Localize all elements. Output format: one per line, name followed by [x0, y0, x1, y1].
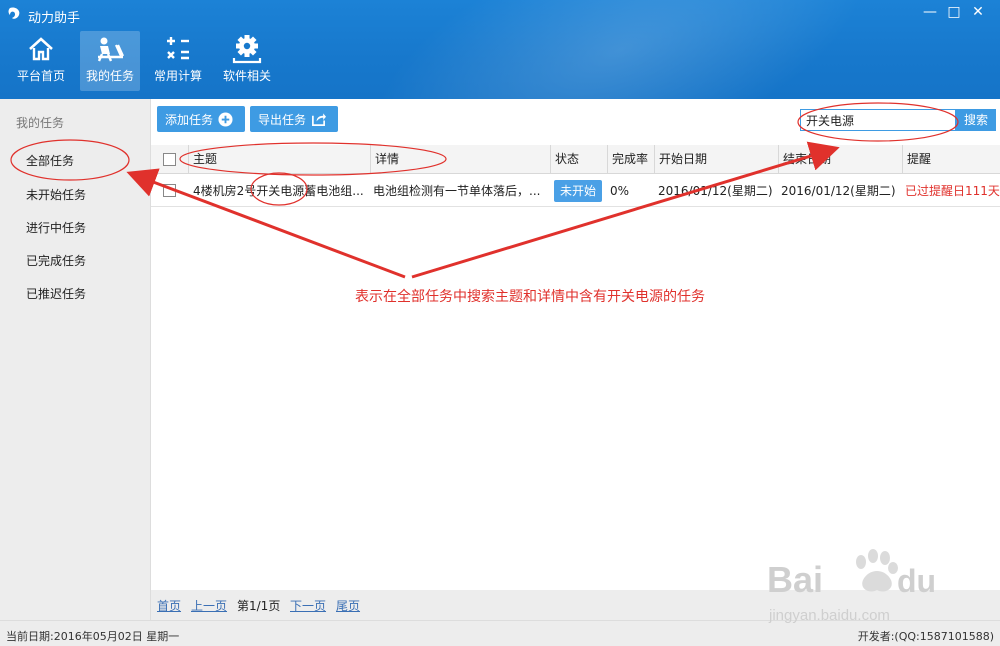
pager-current: 第1/1页: [237, 599, 281, 613]
row-remind: 已过提醒日111天: [905, 184, 1000, 198]
add-task-label: 添加任务: [165, 112, 214, 127]
watermark-brand: Bai: [767, 559, 823, 600]
column-header-remind[interactable]: 提醒: [902, 145, 1000, 173]
calculator-icon: [167, 37, 189, 60]
column-header-rate[interactable]: 完成率: [607, 145, 654, 173]
developer-info: 开发者:(QQ:1587101588): [857, 630, 994, 643]
column-header-detail[interactable]: 详情: [370, 145, 550, 173]
add-task-button[interactable]: 添加任务: [157, 106, 245, 132]
select-all-checkbox[interactable]: [163, 153, 176, 166]
row-divider: [151, 206, 1000, 207]
nav-software-label: 软件相关: [222, 69, 271, 83]
nav-calculator-label: 常用计算: [153, 69, 202, 83]
column-header-subject[interactable]: 主题: [188, 145, 370, 173]
nav-calculator[interactable]: 常用计算: [148, 31, 208, 91]
row-checkbox[interactable]: [163, 184, 176, 197]
current-date: 当前日期:2016年05月02日 星期一: [6, 630, 180, 643]
row-end-date: 2016/01/12(星期二): [781, 184, 896, 198]
desk-user-icon: [97, 37, 125, 62]
pager-first[interactable]: 首页: [157, 597, 181, 614]
annotation-text: 表示在全部任务中搜索主题和详情中含有开关电源的任务: [355, 289, 705, 305]
watermark-url: jingyan.baidu.com: [768, 607, 890, 624]
minimize-button[interactable]: —: [920, 4, 940, 20]
home-icon: [29, 37, 53, 61]
app-title: 动力助手: [28, 11, 81, 26]
nav-my-tasks-label: 我的任务: [85, 69, 134, 83]
search-input[interactable]: [800, 109, 956, 131]
sidebar-item-completed[interactable]: 已完成任务: [26, 252, 86, 269]
sidebar-item-all-tasks[interactable]: 全部任务: [26, 152, 74, 169]
svg-text:du: du: [897, 563, 936, 599]
title-bar: 动力助手 — □ ✕ 平台首页 我的任务 常用计算 软件相关: [0, 0, 1000, 99]
sidebar-item-postponed[interactable]: 已推迟任务: [26, 285, 86, 302]
sidebar-item-in-progress[interactable]: 进行中任务: [26, 219, 86, 236]
pager-next[interactable]: 下一页: [290, 597, 326, 614]
row-subject: 4楼机房2号开关电源蓄电池组...: [193, 184, 364, 198]
app-logo-icon: [8, 7, 20, 19]
pager-prev[interactable]: 上一页: [191, 597, 227, 614]
baidu-watermark-logo: Bai du jingyan.baidu.com: [767, 549, 936, 624]
row-detail: 电池组检测有一节单体落后，...: [373, 184, 541, 198]
maximize-button[interactable]: □: [944, 4, 964, 20]
sidebar-title: 我的任务: [16, 116, 65, 130]
nav-software[interactable]: 软件相关: [216, 31, 278, 91]
column-header-start[interactable]: 开始日期: [654, 145, 778, 173]
close-button[interactable]: ✕: [968, 4, 988, 20]
row-start-date: 2016/01/12(星期二): [658, 184, 773, 198]
nav-home-label: 平台首页: [16, 69, 65, 83]
sidebar-item-not-started[interactable]: 未开始任务: [26, 186, 86, 203]
export-task-label: 导出任务: [258, 112, 307, 127]
column-header-status[interactable]: 状态: [550, 145, 607, 173]
row-rate: 0%: [610, 184, 630, 198]
table-header: 主题 详情 状态 完成率 开始日期 结束日期 提醒: [151, 145, 1000, 174]
titlebar-shine: [338, 0, 902, 99]
task-table: 主题 详情 状态 完成率 开始日期 结束日期 提醒 4楼机房2号开关电源蓄电池组…: [151, 145, 1000, 590]
search-button[interactable]: 搜索: [956, 109, 996, 131]
pager-last[interactable]: 尾页: [336, 597, 360, 614]
export-icon: [312, 112, 327, 126]
column-header-end[interactable]: 结束日期: [778, 145, 902, 173]
sidebar: 我的任务 全部任务 未开始任务 进行中任务 已完成任务 已推迟任务: [0, 99, 151, 620]
nav-home[interactable]: 平台首页: [10, 31, 72, 91]
gear-icon: [232, 35, 262, 64]
export-task-button[interactable]: 导出任务: [250, 106, 338, 132]
status-badge: 未开始: [554, 180, 602, 202]
nav-my-tasks[interactable]: 我的任务: [80, 31, 140, 91]
plus-circle-icon: [218, 111, 233, 127]
